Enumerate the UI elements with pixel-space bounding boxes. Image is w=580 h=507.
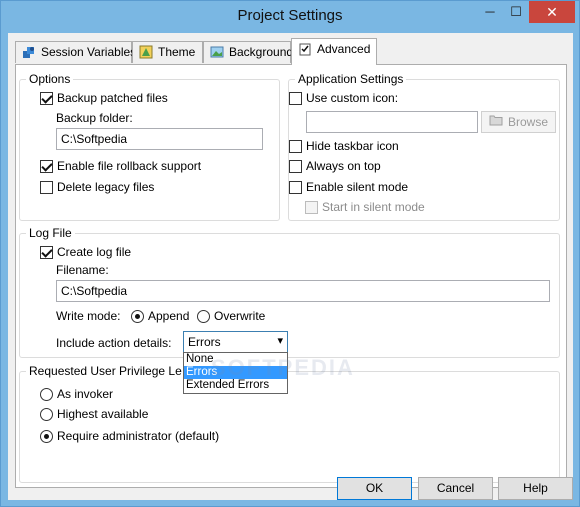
hide-taskbar-checkbox[interactable]: Hide taskbar icon bbox=[289, 139, 399, 153]
tab-session-variables[interactable]: Session Variables bbox=[15, 41, 136, 63]
checkbox-box[interactable] bbox=[305, 200, 318, 214]
checkbox-box[interactable] bbox=[289, 91, 302, 105]
project-settings-window: Project Settings ─ ☐ ✕ Session Variables… bbox=[0, 0, 580, 507]
as-invoker-radio[interactable]: As invoker bbox=[40, 387, 113, 401]
action-details-label: Include action details: bbox=[56, 336, 172, 350]
tab-label: Background bbox=[229, 45, 294, 59]
tab-label: Theme bbox=[158, 45, 196, 59]
tab-background[interactable]: Background bbox=[203, 41, 294, 63]
append-radio[interactable]: Append bbox=[131, 309, 189, 323]
backup-folder-label: Backup folder: bbox=[56, 111, 133, 125]
checkbox-box[interactable] bbox=[289, 139, 302, 153]
browse-label: Browse bbox=[507, 115, 548, 129]
checkbox-label: Start in silent mode bbox=[322, 200, 425, 214]
checkbox-box[interactable] bbox=[40, 91, 53, 105]
checkbox-label: Hide taskbar icon bbox=[306, 139, 399, 153]
dialog-client-area: Session Variables Theme Background Advan… bbox=[8, 33, 573, 500]
minimize-button[interactable]: ─ bbox=[477, 1, 503, 23]
custom-icon-input[interactable] bbox=[306, 111, 478, 133]
filename-label: Filename: bbox=[56, 263, 109, 277]
custom-icon-checkbox[interactable]: Use custom icon: bbox=[289, 91, 398, 105]
create-log-checkbox[interactable]: Create log file bbox=[40, 245, 131, 259]
tab-theme[interactable]: Theme bbox=[132, 41, 203, 63]
highest-available-radio[interactable]: Highest available bbox=[40, 407, 148, 421]
always-on-top-checkbox[interactable]: Always on top bbox=[289, 159, 381, 173]
checkbox-box[interactable] bbox=[289, 159, 302, 173]
checkbox-label: Create log file bbox=[57, 245, 132, 259]
radio-label: Append bbox=[148, 309, 190, 323]
radio-circle[interactable] bbox=[131, 309, 144, 323]
maximize-button[interactable]: ☐ bbox=[503, 1, 529, 23]
radio-circle[interactable] bbox=[197, 309, 210, 323]
title-bar[interactable]: Project Settings ─ ☐ ✕ bbox=[1, 1, 579, 33]
background-icon bbox=[210, 45, 224, 59]
select-value: Errors bbox=[188, 335, 221, 349]
theme-icon bbox=[139, 45, 153, 59]
browse-button[interactable]: Browse bbox=[481, 111, 556, 133]
radio-circle[interactable] bbox=[40, 429, 53, 443]
advanced-tab-panel: Options Backup patched files Backup fold… bbox=[15, 64, 567, 488]
checkbox-label: Delete legacy files bbox=[57, 180, 155, 194]
delete-legacy-checkbox[interactable]: Delete legacy files bbox=[40, 180, 154, 194]
backup-folder-input[interactable]: C:\Softpedia bbox=[56, 128, 263, 150]
ok-button[interactable]: OK bbox=[337, 477, 412, 500]
radio-circle[interactable] bbox=[40, 387, 53, 401]
session-variables-icon bbox=[22, 45, 36, 59]
rollback-checkbox[interactable]: Enable file rollback support bbox=[40, 159, 201, 173]
close-button[interactable]: ✕ bbox=[529, 1, 575, 23]
write-mode-label: Write mode: bbox=[56, 309, 121, 323]
radio-label: As invoker bbox=[57, 387, 114, 401]
dropdown-option-none[interactable]: None bbox=[184, 353, 287, 366]
checkbox-label: Backup patched files bbox=[57, 91, 168, 105]
application-settings-legend: Application Settings bbox=[295, 72, 407, 86]
radio-circle[interactable] bbox=[40, 407, 53, 421]
dropdown-option-extended-errors[interactable]: Extended Errors bbox=[184, 379, 287, 392]
start-silent-checkbox[interactable]: Start in silent mode bbox=[305, 200, 425, 214]
filename-input[interactable]: C:\Softpedia bbox=[56, 280, 550, 302]
silent-mode-checkbox[interactable]: Enable silent mode bbox=[289, 180, 408, 194]
log-file-legend: Log File bbox=[26, 226, 75, 240]
checkbox-box[interactable] bbox=[289, 180, 302, 194]
checkbox-box[interactable] bbox=[40, 180, 53, 194]
advanced-icon bbox=[298, 42, 312, 56]
tab-advanced[interactable]: Advanced bbox=[291, 38, 377, 65]
checkbox-box[interactable] bbox=[40, 245, 53, 259]
backup-patched-checkbox[interactable]: Backup patched files bbox=[40, 91, 168, 105]
checkbox-label: Use custom icon: bbox=[306, 91, 399, 105]
checkbox-label: Always on top bbox=[306, 159, 381, 173]
dropdown-option-errors[interactable]: Errors bbox=[184, 366, 287, 379]
radio-label: Require administrator (default) bbox=[57, 429, 220, 443]
radio-label: Highest available bbox=[57, 407, 149, 421]
require-admin-radio[interactable]: Require administrator (default) bbox=[40, 429, 219, 443]
overwrite-radio[interactable]: Overwrite bbox=[197, 309, 265, 323]
radio-label: Overwrite bbox=[214, 309, 266, 323]
cancel-button[interactable]: Cancel bbox=[418, 477, 493, 500]
checkbox-label: Enable silent mode bbox=[306, 180, 409, 194]
chevron-down-icon: ▾ bbox=[277, 335, 283, 347]
tab-label: Advanced bbox=[317, 42, 371, 56]
tab-label: Session Variables bbox=[41, 45, 137, 59]
checkbox-label: Enable file rollback support bbox=[57, 159, 202, 173]
options-legend: Options bbox=[26, 72, 74, 86]
privilege-legend: Requested User Privilege Le bbox=[26, 364, 185, 378]
folder-icon bbox=[489, 112, 503, 132]
checkbox-box[interactable] bbox=[40, 159, 53, 173]
action-details-dropdown: None Errors Extended Errors bbox=[183, 352, 288, 394]
help-button[interactable]: Help bbox=[498, 477, 573, 500]
action-details-select[interactable]: Errors ▾ bbox=[183, 331, 288, 353]
